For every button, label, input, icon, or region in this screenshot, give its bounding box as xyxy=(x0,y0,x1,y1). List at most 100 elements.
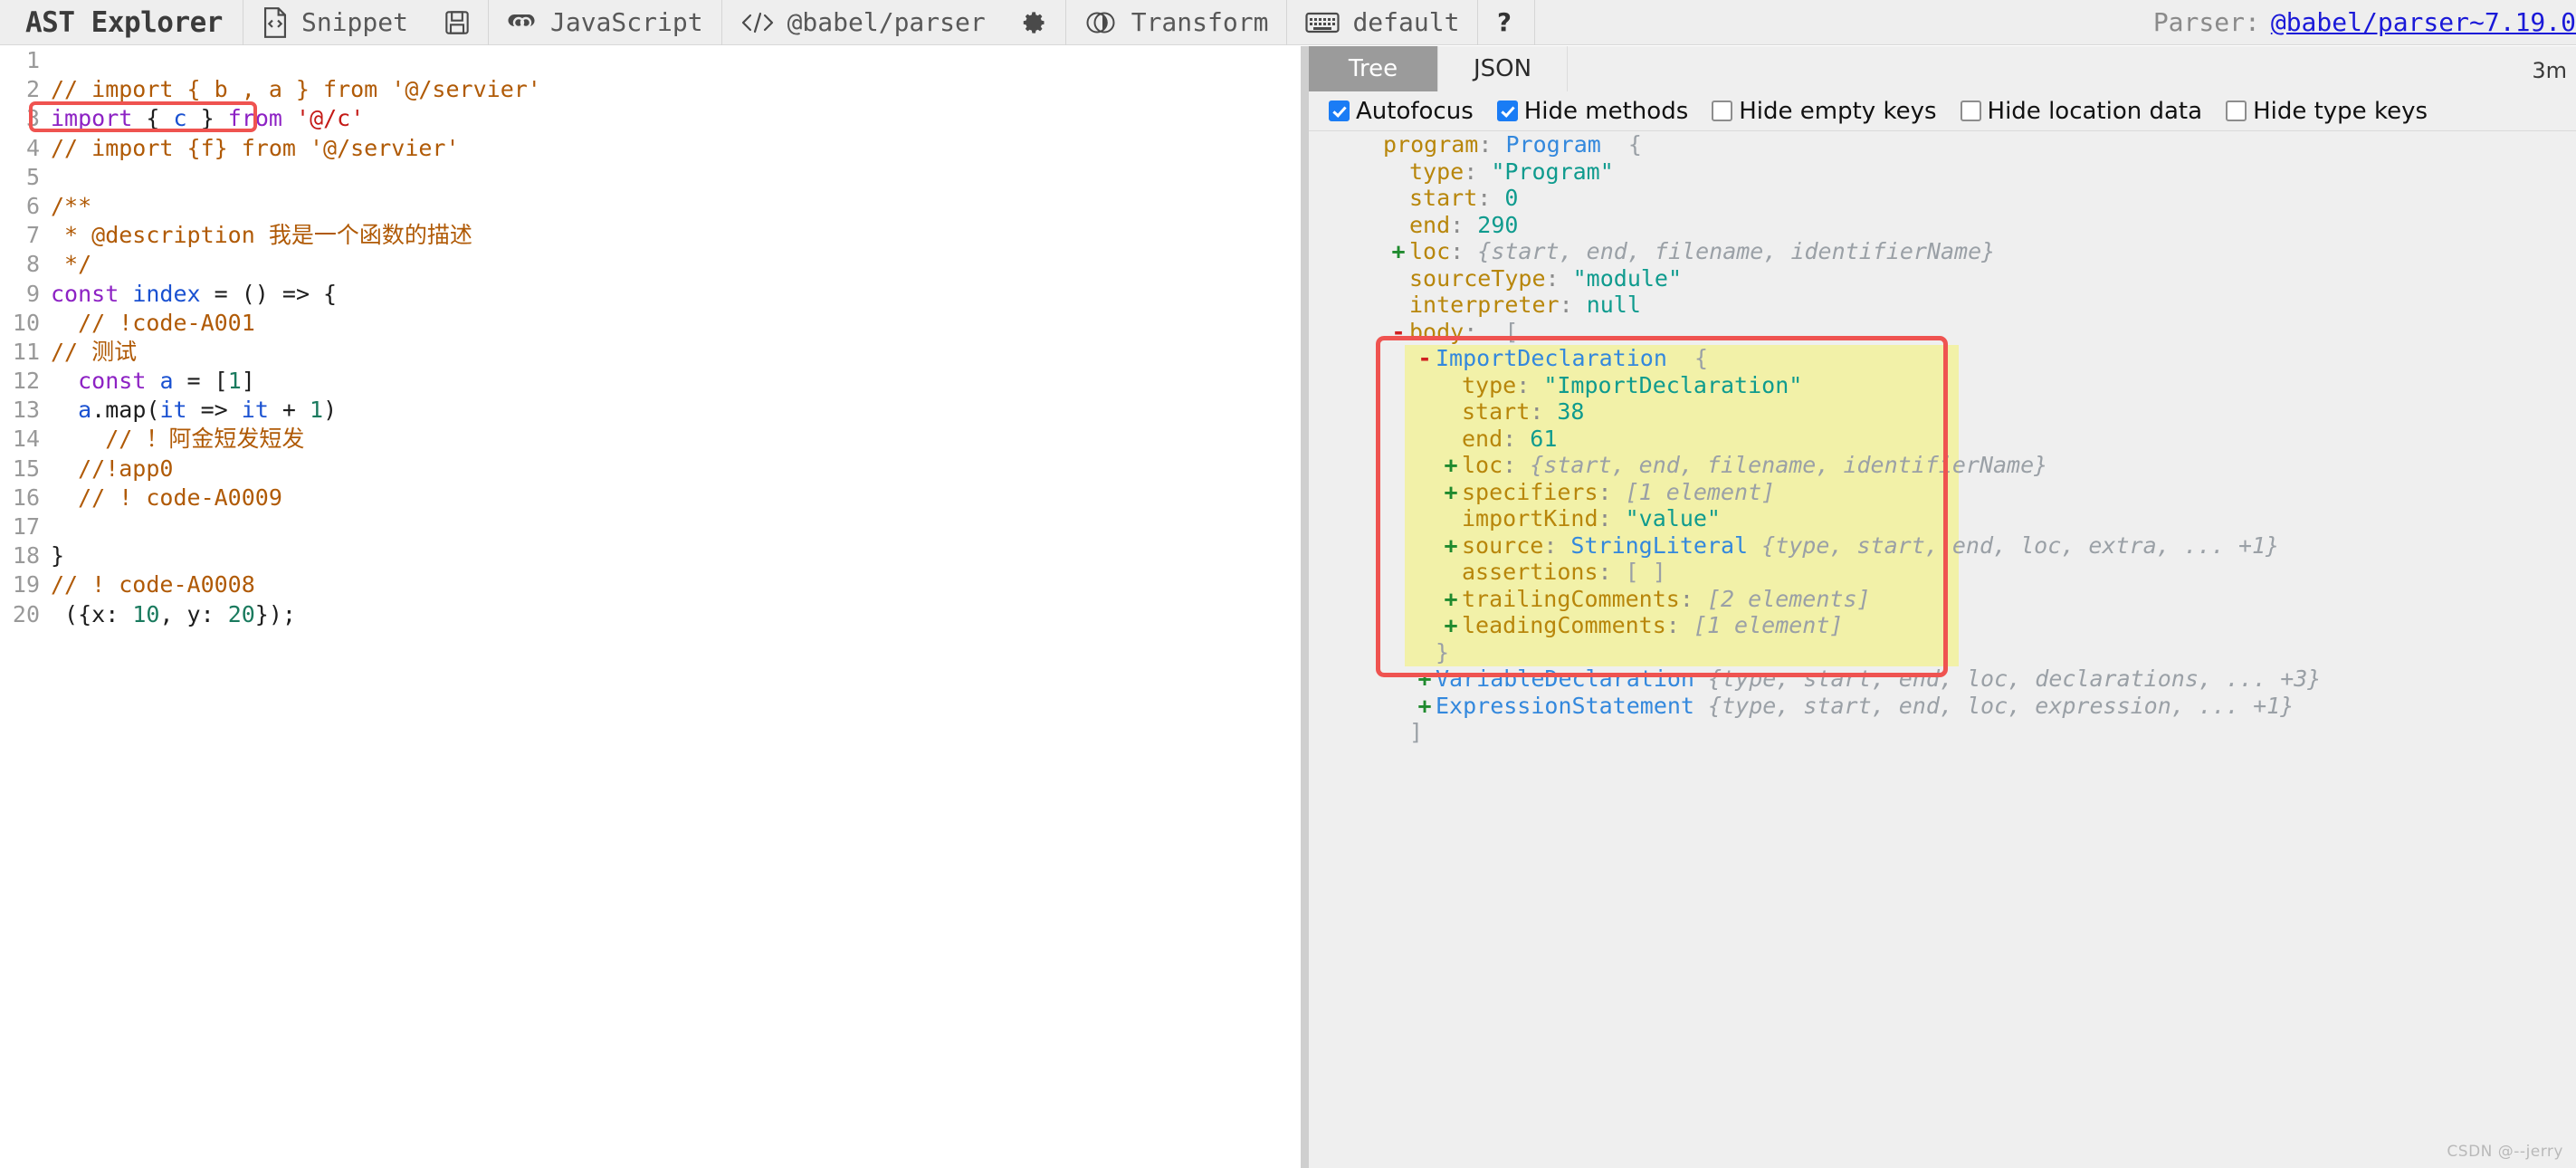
code-line[interactable]: 19 // ! code-A0008 xyxy=(0,570,1301,599)
ast-tabbar: Tree JSON 3m xyxy=(1309,46,2576,91)
code-token: c xyxy=(173,105,187,132)
parser-version-link[interactable]: @babel/parser~7.19.0 xyxy=(2271,7,2576,37)
ast-tree-row[interactable]: end: 290 xyxy=(1309,212,2576,239)
ast-tree-row[interactable]: + specifiers: [1 element] xyxy=(1309,479,2576,506)
code-line[interactable]: 8 */ xyxy=(0,250,1301,279)
code-line[interactable]: 18} xyxy=(0,541,1301,570)
code-token: { xyxy=(146,105,160,132)
ast-row-text: trailingComments: [2 elements] xyxy=(1462,586,1871,613)
option-label: Hide type keys xyxy=(2253,97,2428,125)
expand-toggle-icon[interactable]: + xyxy=(1388,238,1409,265)
expand-toggle-icon[interactable]: + xyxy=(1414,665,1436,693)
ast-tree-row[interactable]: + trailingComments: [2 elements] xyxy=(1309,586,2576,613)
checkbox-icon[interactable] xyxy=(1496,101,1518,121)
collapse-toggle-icon[interactable]: - xyxy=(1414,345,1436,372)
checkbox-icon[interactable] xyxy=(1960,101,1981,121)
pane-splitter[interactable] xyxy=(1301,46,1309,1168)
ast-tree-row[interactable]: + ExpressionStatement {type, start, end, … xyxy=(1309,693,2576,720)
toolbar-help-button[interactable]: ? xyxy=(1478,0,1534,45)
code-line[interactable]: 4 // import {f} from '@/servier' xyxy=(0,134,1301,163)
code-line[interactable]: 6 /** xyxy=(0,192,1301,221)
tabbar-filler xyxy=(1568,46,2576,91)
ast-tree-row[interactable]: - ImportDeclaration { xyxy=(1309,345,2576,372)
line-number: 2 xyxy=(25,76,40,103)
code-lines-container[interactable]: 1 2// import { b , a } from '@/servier' 3 i… xyxy=(0,46,1301,629)
ast-tree-row[interactable]: assertions: [ ] xyxy=(1309,559,2576,586)
code-line[interactable]: 17 xyxy=(0,512,1301,541)
code-editor-pane[interactable]: 1 2// import { b , a } from '@/servier' 3 i… xyxy=(0,46,1301,1168)
code-line[interactable]: 9 const index = () => { xyxy=(0,280,1301,309)
code-line[interactable]: 1 xyxy=(0,46,1301,75)
ast-tree-row[interactable]: program: Program { xyxy=(1309,131,2576,158)
option-autofocus[interactable]: Autofocus xyxy=(1329,98,1474,125)
ast-tree-row[interactable]: + loc: {start, end, filename, identifierN… xyxy=(1309,238,2576,265)
option-hide-methods[interactable]: Hide methods xyxy=(1496,98,1688,125)
ast-row-text: ] xyxy=(1409,719,1423,746)
ast-token: : xyxy=(1450,211,1478,238)
ast-tree-row[interactable]: + loc: {start, end, filename, identifierN… xyxy=(1309,452,2576,479)
option-hide-location-data[interactable]: Hide location data xyxy=(1960,98,2202,125)
toolbar-parser-settings-button[interactable] xyxy=(1004,0,1065,45)
collapse-toggle-icon[interactable]: - xyxy=(1388,319,1409,346)
code-line[interactable]: 11 // 测试 xyxy=(0,338,1301,367)
ast-tree-row[interactable]: - body: [ xyxy=(1309,319,2576,346)
code-line[interactable]: 15 //!app0 xyxy=(0,455,1301,483)
code-line[interactable]: 16 // ! code-A0009 xyxy=(0,483,1301,512)
ast-tree-row[interactable]: } xyxy=(1309,639,2576,666)
checkbox-icon[interactable] xyxy=(1329,101,1350,121)
toolbar-snippet-button[interactable]: Snippet xyxy=(243,0,426,45)
code-line[interactable]: 3 import { c } from '@/c' xyxy=(0,104,1301,133)
code-line[interactable]: 20 ({x: 10, y: 20}); xyxy=(0,600,1301,629)
option-hide-empty-keys[interactable]: Hide empty keys xyxy=(1712,98,1937,125)
expand-toggle-icon[interactable]: + xyxy=(1414,693,1436,720)
toolbar-save-button[interactable] xyxy=(426,0,488,45)
toolbar-language-selector[interactable]: JavaScript xyxy=(489,0,721,45)
ast-token: 38 xyxy=(1557,398,1585,425)
code-token: // !code-A001 xyxy=(51,309,255,336)
tab-tree[interactable]: Tree xyxy=(1309,46,1438,91)
ast-row-text: ImportDeclaration { xyxy=(1436,345,1708,372)
code-line[interactable]: 12 const a = [1] xyxy=(0,367,1301,396)
ast-tree-row[interactable]: ] xyxy=(1309,719,2576,746)
expand-toggle-icon[interactable]: + xyxy=(1440,612,1462,639)
tab-json[interactable]: JSON xyxy=(1438,46,1568,91)
parser-version-info: Parser: @babel/parser~7.19.0 xyxy=(2153,7,2576,37)
code-line[interactable]: 2 // import { b , a } from '@/servier' xyxy=(0,75,1301,104)
ast-row-text: body: [ xyxy=(1409,319,1518,346)
toolbar-keymap-selector[interactable]: default xyxy=(1287,0,1477,45)
code-line[interactable]: 7 * @description 我是一个函数的描述 xyxy=(0,221,1301,250)
expand-toggle-icon[interactable]: + xyxy=(1440,452,1462,479)
ast-tree-row[interactable]: + leadingComments: [1 element] xyxy=(1309,612,2576,639)
code-line[interactable]: 13 a.map(it => it + 1) xyxy=(0,396,1301,425)
code-token: from xyxy=(227,105,282,132)
ast-tree[interactable]: program: Program {type: "Program" start: … xyxy=(1309,131,2576,1167)
expand-toggle-icon[interactable]: + xyxy=(1440,532,1462,560)
ast-tree-row[interactable]: interpreter: null xyxy=(1309,292,2576,319)
toolbar-parser-selector[interactable]: @babel/parser xyxy=(722,0,1004,45)
ast-tree-row[interactable]: + VariableDeclaration {type, start, end, … xyxy=(1309,665,2576,693)
expand-toggle-icon[interactable]: + xyxy=(1440,479,1462,506)
code-line[interactable]: 5 xyxy=(0,163,1301,192)
toolbar-transform-selector[interactable]: Transform xyxy=(1066,0,1287,45)
ast-tree-row[interactable]: start: 38 xyxy=(1309,398,2576,426)
code-line[interactable]: 14 // ！阿金短发短发 xyxy=(0,425,1301,454)
option-hide-type-keys[interactable]: Hide type keys xyxy=(2226,98,2428,125)
ast-tree-row[interactable]: sourceType: "module" xyxy=(1309,265,2576,292)
javascript-icon xyxy=(507,9,538,36)
ast-tree-row[interactable]: + source: StringLiteral {type, start, end… xyxy=(1309,532,2576,560)
expand-toggle-icon[interactable]: + xyxy=(1440,586,1462,613)
ast-token: StringLiteral xyxy=(1570,531,1749,559)
toolbar-transform-label: Transform xyxy=(1131,7,1269,37)
line-number: 18 xyxy=(12,542,40,570)
code-line[interactable]: 10 // !code-A001 xyxy=(0,309,1301,338)
checkbox-icon[interactable] xyxy=(1712,101,1733,121)
line-number: 6 xyxy=(25,192,40,219)
ast-tree-row[interactable]: start: 0 xyxy=(1309,185,2576,212)
ast-tree-row[interactable]: end: 61 xyxy=(1309,426,2576,453)
ast-tree-row[interactable]: type: "Program" xyxy=(1309,158,2576,186)
checkbox-icon[interactable] xyxy=(2226,101,2247,121)
ast-tree-rows[interactable]: program: Program {type: "Program" start: … xyxy=(1309,131,2576,746)
ast-tree-row[interactable]: type: "ImportDeclaration" xyxy=(1309,372,2576,399)
ast-tree-row[interactable]: importKind: "value" xyxy=(1309,505,2576,532)
